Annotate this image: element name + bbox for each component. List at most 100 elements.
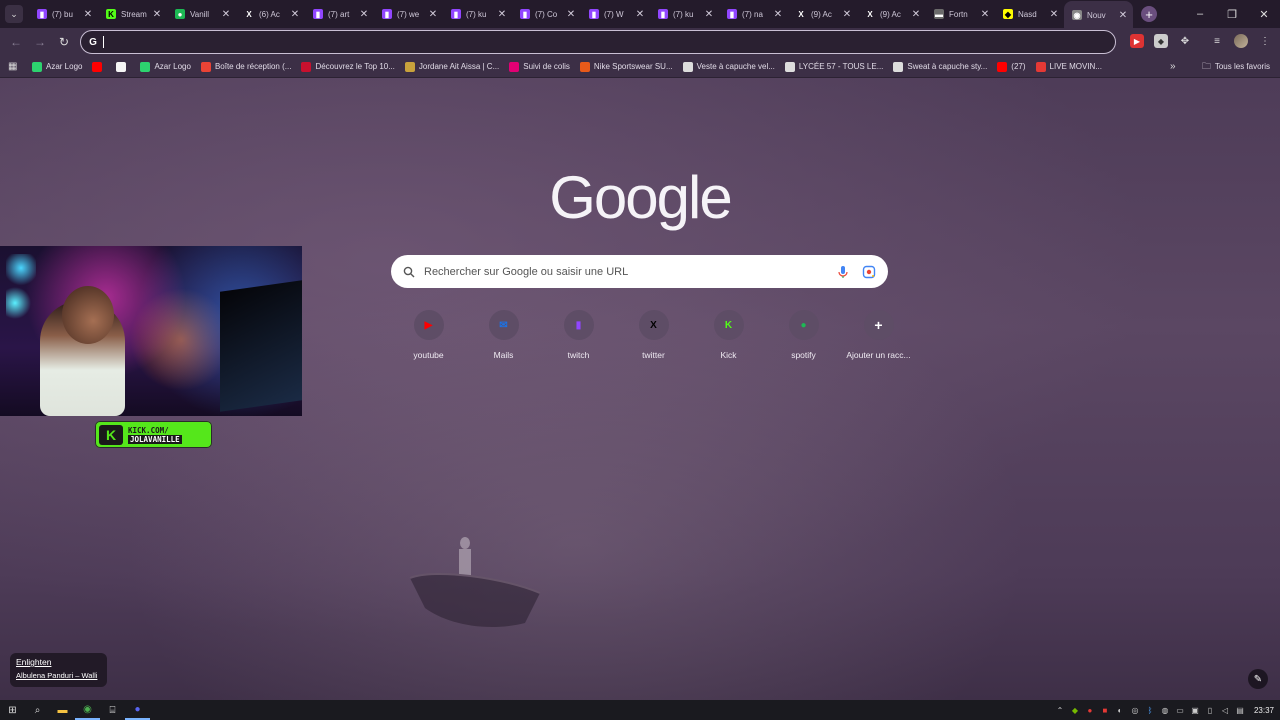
chrome-taskbar-icon[interactable]: ◉ bbox=[75, 700, 100, 720]
shortcut-spotify[interactable]: ● spotify bbox=[766, 310, 841, 360]
media-queue-icon[interactable]: ≡ bbox=[1210, 34, 1224, 48]
bookmark-item[interactable]: Découvrez le Top 10... bbox=[301, 61, 395, 72]
tab-close-icon[interactable]: ✕ bbox=[1117, 10, 1129, 21]
tab-close-icon[interactable]: ✕ bbox=[427, 9, 439, 20]
tab-search-button[interactable]: ⌄ bbox=[5, 5, 23, 23]
tab[interactable]: ▮ (7) art ✕ bbox=[305, 1, 374, 27]
shortcut-youtube[interactable]: ▶ youtube bbox=[391, 310, 466, 360]
steam-tray-icon[interactable]: ◎ bbox=[1130, 705, 1140, 715]
bookmark-item[interactable]: LYCÉE 57 - TOUS LE... bbox=[784, 61, 883, 72]
forward-button[interactable]: → bbox=[28, 35, 52, 49]
discord-taskbar-icon[interactable]: ● bbox=[125, 700, 150, 720]
tab[interactable]: ▮ (7) bu ✕ bbox=[29, 1, 98, 27]
app-tray-icon[interactable]: ◐ bbox=[1115, 705, 1125, 715]
mic-tray-icon[interactable]: ● bbox=[1085, 705, 1095, 715]
taskbar-search-icon[interactable]: ⌕ bbox=[25, 700, 50, 720]
close-window-button[interactable]: ✕ bbox=[1248, 8, 1280, 21]
shortcut-mails[interactable]: ✉ Mails bbox=[466, 310, 541, 360]
bookmark-item[interactable]: Jordane Ait Aissa | C... bbox=[404, 61, 499, 72]
ntp-search-box[interactable]: Rechercher sur Google ou saisir une URL bbox=[391, 255, 888, 288]
minimize-button[interactable]: – bbox=[1184, 8, 1216, 20]
tab-close-icon[interactable]: ✕ bbox=[565, 9, 577, 20]
tab-close-icon[interactable]: ✕ bbox=[220, 9, 232, 20]
tab[interactable]: K Stream ✕ bbox=[98, 1, 167, 27]
new-tab-button[interactable]: + bbox=[1141, 6, 1157, 22]
extensions-puzzle-icon[interactable]: ✥ bbox=[1178, 34, 1192, 48]
microphone-icon[interactable] bbox=[836, 265, 850, 279]
restore-button[interactable]: ❐ bbox=[1216, 8, 1248, 21]
tab[interactable]: ▮ (7) ku ✕ bbox=[443, 1, 512, 27]
display-tray-icon[interactable]: ▣ bbox=[1190, 705, 1200, 715]
kick-channel-text: KICK.COM/ JOLAVANILLE bbox=[128, 426, 182, 444]
search-placeholder[interactable]: Rechercher sur Google ou saisir une URL bbox=[424, 266, 824, 278]
all-bookmarks-folder[interactable]: 🗀 Tous les favoris bbox=[1202, 59, 1270, 75]
tab-close-icon[interactable]: ✕ bbox=[358, 9, 370, 20]
bookmark-item[interactable]: Veste à capuche vel... bbox=[682, 61, 775, 72]
shortcut-ajouter-un-racc[interactable]: + Ajouter un racc... bbox=[841, 310, 916, 360]
red-app-tray-icon[interactable]: ■ bbox=[1100, 705, 1110, 715]
file-explorer-icon[interactable]: ▬ bbox=[50, 700, 75, 720]
tab[interactable]: ▬ Fortn ✕ bbox=[926, 1, 995, 27]
more-bookmarks-chevron-icon[interactable]: » bbox=[1170, 61, 1176, 72]
monitor-tray-icon[interactable]: ▭ bbox=[1175, 705, 1185, 715]
tab-close-icon[interactable]: ✕ bbox=[910, 9, 922, 20]
extension-red-icon[interactable]: ▶ bbox=[1130, 34, 1144, 48]
tab-close-icon[interactable]: ✕ bbox=[634, 9, 646, 20]
tab-close-icon[interactable]: ✕ bbox=[1048, 9, 1060, 20]
tab[interactable]: ▮ (7) na ✕ bbox=[719, 1, 788, 27]
tab-close-icon[interactable]: ✕ bbox=[979, 9, 991, 20]
tray-arrow-icon[interactable]: ⌃ bbox=[1055, 705, 1065, 715]
tab-close-icon[interactable]: ✕ bbox=[151, 9, 163, 20]
bookmark-item[interactable]: Azar Logo bbox=[140, 61, 191, 72]
bookmark-item[interactable]: Suivi de colis bbox=[509, 61, 570, 72]
bookmark-item[interactable]: LIVE MOVIN... bbox=[1035, 61, 1102, 72]
shortcut-twitter[interactable]: Xtwitter bbox=[616, 310, 691, 360]
tab[interactable]: ● Vanill ✕ bbox=[167, 1, 236, 27]
tab[interactable]: ▮ (7) Co ✕ bbox=[512, 1, 581, 27]
bookmark-item[interactable]: (27) bbox=[997, 61, 1026, 72]
terminal-taskbar-icon[interactable]: ⌸ bbox=[100, 700, 125, 720]
credit-title-link[interactable]: Enlighten bbox=[16, 657, 101, 667]
tab[interactable]: ▮ (7) ku ✕ bbox=[650, 1, 719, 27]
bookmark-item[interactable]: Sweat à capuche sty... bbox=[893, 61, 987, 72]
bluetooth-tray-icon[interactable]: ᛒ bbox=[1145, 705, 1155, 715]
tab[interactable]: X (9) Ac ✕ bbox=[857, 1, 926, 27]
google-lens-icon[interactable] bbox=[862, 265, 876, 279]
tab-close-icon[interactable]: ✕ bbox=[496, 9, 508, 20]
shortcut-kick[interactable]: K Kick bbox=[691, 310, 766, 360]
profile-avatar[interactable] bbox=[1234, 34, 1248, 48]
credit-author-link[interactable]: Albulena Panduri – Walli bbox=[16, 671, 101, 680]
back-button[interactable]: ← bbox=[4, 35, 28, 49]
apps-grid-icon[interactable]: ▦ bbox=[8, 61, 22, 72]
tab-close-icon[interactable]: ✕ bbox=[82, 9, 94, 20]
tab-close-icon[interactable]: ✕ bbox=[289, 9, 301, 20]
game-tray-icon[interactable]: ◍ bbox=[1160, 705, 1170, 715]
menu-kebab-icon[interactable]: ⋮ bbox=[1258, 34, 1272, 48]
customize-pencil-icon[interactable]: ✎ bbox=[1248, 669, 1268, 689]
tab[interactable]: ▮ (7) W ✕ bbox=[581, 1, 650, 27]
network-tray-icon[interactable]: ▤ bbox=[1235, 705, 1245, 715]
tab-close-icon[interactable]: ✕ bbox=[841, 9, 853, 20]
bookmark-item[interactable] bbox=[116, 61, 130, 72]
bookmark-item[interactable]: Azar Logo bbox=[32, 61, 82, 72]
bookmark-item[interactable] bbox=[92, 61, 106, 72]
windows-start-icon[interactable]: ⊞ bbox=[0, 700, 25, 720]
tab[interactable]: ▮ (7) we ✕ bbox=[374, 1, 443, 27]
tab[interactable]: ◆ Nasd ✕ bbox=[995, 1, 1064, 27]
bookmark-item[interactable]: Nike Sportswear SU... bbox=[579, 61, 673, 72]
omnibox[interactable]: G bbox=[80, 30, 1116, 54]
shortcut-twitch[interactable]: ▮ twitch bbox=[541, 310, 616, 360]
bookmark-item[interactable]: Boîte de réception (... bbox=[200, 61, 291, 72]
nvidia-tray-icon[interactable]: ◆ bbox=[1070, 705, 1080, 715]
extension-grey-icon[interactable]: ◆ bbox=[1154, 34, 1168, 48]
clock[interactable]: 23:37 bbox=[1254, 706, 1274, 715]
tab[interactable]: X (6) Ac ✕ bbox=[236, 1, 305, 27]
volume-tray-icon[interactable]: ◁ bbox=[1220, 705, 1230, 715]
reload-button[interactable]: ↻ bbox=[52, 35, 76, 49]
tab[interactable]: X (9) Ac ✕ bbox=[788, 1, 857, 27]
tab-close-icon[interactable]: ✕ bbox=[772, 9, 784, 20]
usb-tray-icon[interactable]: ▯ bbox=[1205, 705, 1215, 715]
tab-close-icon[interactable]: ✕ bbox=[703, 9, 715, 20]
tab[interactable]: ◉ Nouv ✕ bbox=[1064, 1, 1133, 29]
address-input[interactable] bbox=[112, 35, 1115, 49]
